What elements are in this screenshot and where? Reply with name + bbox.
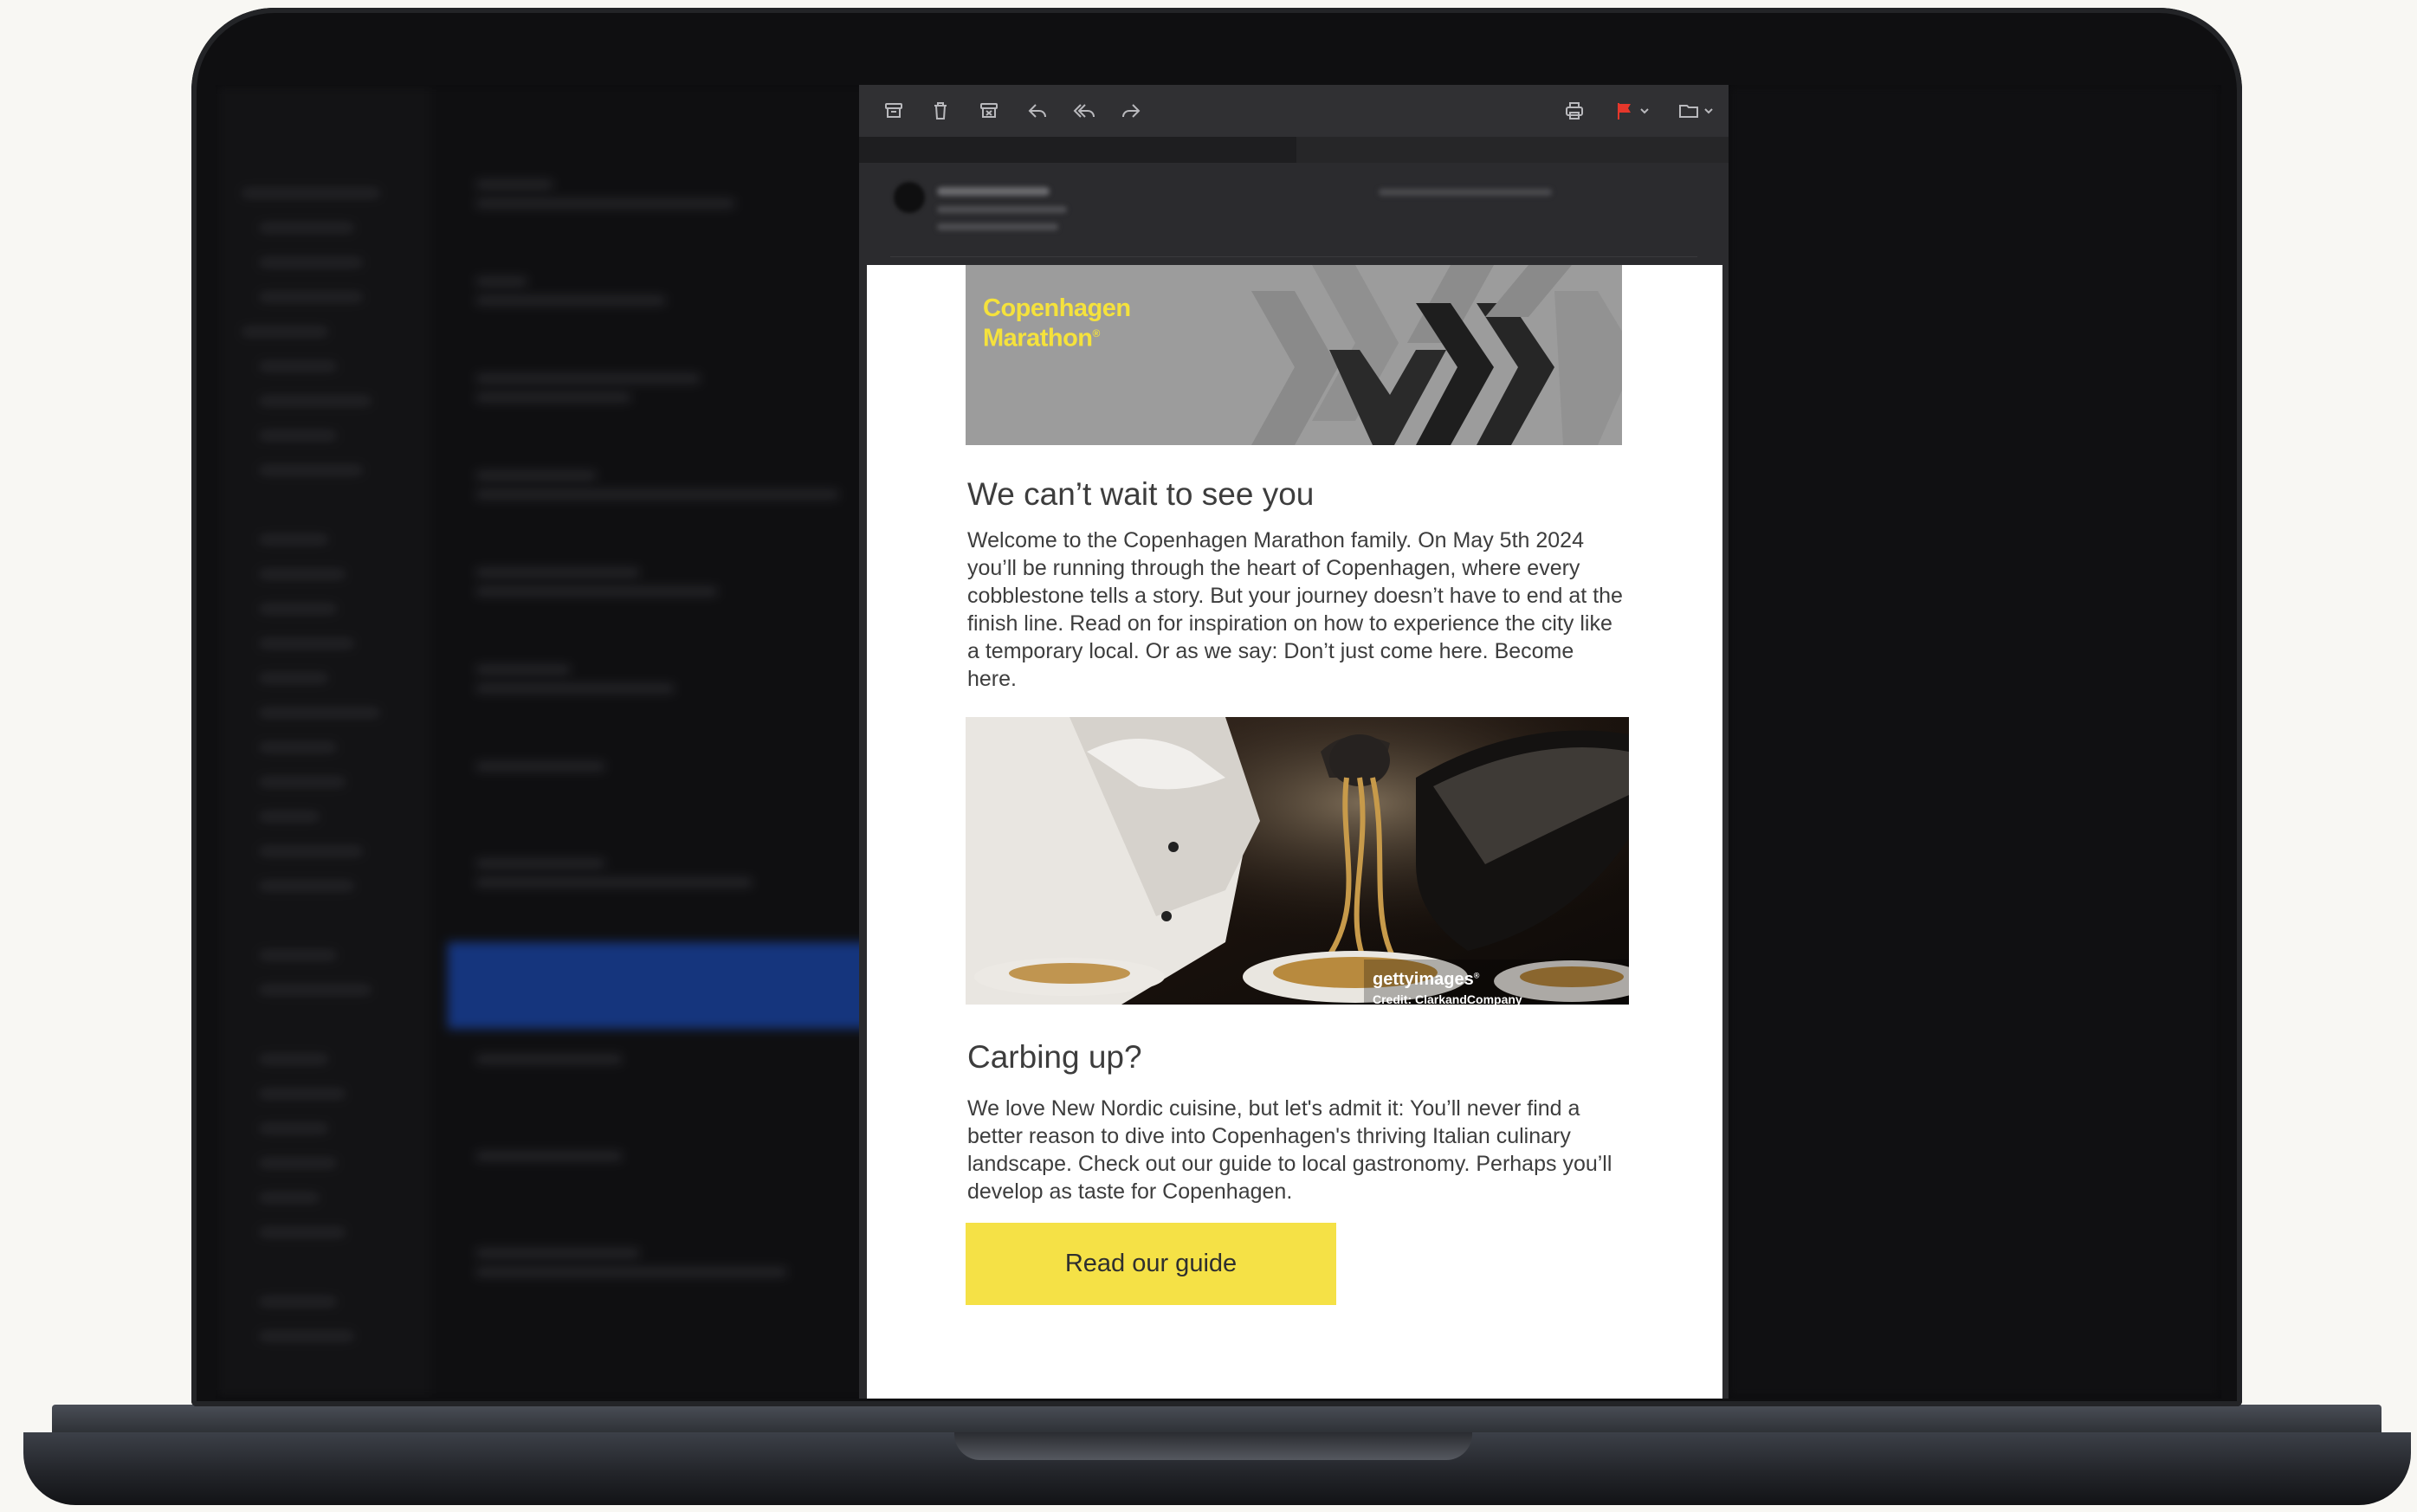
sidebar-row [259,466,363,475]
sidebar-row [259,223,354,232]
photo-credit: Credit: ClarkandCompany [1373,992,1522,1005]
message-row [475,1268,787,1276]
subject-line [937,223,1058,230]
intro-paragraph: Welcome to the Copenhagen Marathon famil… [967,528,1623,691]
sidebar-row [259,1159,337,1167]
archive-icon[interactable] [880,97,908,125]
mailbox-sidebar [216,85,430,1399]
sidebar-row [259,708,380,717]
getty-watermark-text: gettyimages [1373,970,1474,989]
chevron-down-icon[interactable] [1699,97,1718,125]
message-row [475,490,839,499]
email-body: Copenhagen Marathon® We can’t wait to se… [867,265,1722,1399]
message-row [475,878,753,887]
sidebar-row [259,812,320,821]
message-date [1379,189,1552,196]
tab-active[interactable] [859,137,1296,163]
sidebar-row [259,639,354,648]
chevron-down-icon[interactable] [1635,97,1654,125]
laptop-mockup: Copenhagen Marathon® We can’t wait to se… [0,0,2417,1512]
reading-pane [1728,85,2221,1399]
sidebar-row [259,604,337,613]
reply-icon[interactable] [1024,97,1051,125]
header-divider [890,256,1697,257]
email-heading: We can’t wait to see you [967,476,1315,512]
sender-avatar [894,182,925,213]
sidebar-row [259,674,328,682]
sidebar-row [259,397,372,405]
message-row [475,180,553,189]
message-row [475,587,718,596]
sidebar-row [259,570,346,578]
sidebar-row [259,1297,337,1306]
message-row [475,568,640,577]
message-row [475,762,605,771]
sender-name [937,187,1050,196]
message-row [475,277,527,286]
message-row [475,1249,640,1257]
message-row [475,684,675,693]
section-paragraph: We love New Nordic cuisine, but let's ad… [967,1096,1612,1204]
forward-icon[interactable] [1117,97,1145,125]
sidebar-row [259,847,363,856]
message-row [475,374,701,383]
message-row [475,1152,623,1160]
message-row [475,199,735,208]
message-row [475,393,631,402]
sidebar-row [259,1089,346,1098]
sidebar-row [259,258,363,267]
sidebar-row [259,293,363,301]
sidebar-row [259,1228,346,1237]
sidebar-row [259,362,337,371]
sidebar-row [259,1193,320,1202]
message-row [475,471,597,480]
marathon-banner: Copenhagen Marathon® [966,265,1622,445]
message-row [475,1055,623,1063]
sidebar-row [259,778,346,786]
message-row [475,296,666,305]
pasta-photo-art [966,717,1629,1005]
recipient-line [937,206,1067,213]
pasta-photo: gettyimages® Credit: ClarkandCompany [966,717,1629,1005]
sidebar-row [259,951,337,960]
read-guide-button[interactable]: Read our guide [966,1223,1336,1305]
section-heading: Carbing up? [967,1039,1142,1075]
sidebar-row [259,743,337,752]
getty-watermark: gettyimages® [1373,970,1479,990]
laptop-open-notch [954,1432,1472,1460]
sidebar-row [242,327,328,336]
sidebar-row [259,535,328,544]
print-icon[interactable] [1561,97,1588,125]
sidebar-row [242,189,380,197]
sidebar-row [259,985,372,994]
message-row [475,859,605,868]
laptop-hinge [52,1405,2381,1436]
sidebar-row [259,882,354,890]
chevron-graphic [1251,265,1622,445]
sidebar-row [259,1055,328,1063]
sidebar-row [259,1332,354,1341]
getty-registered-mark: ® [1473,971,1480,980]
reply-all-icon[interactable] [1070,97,1098,125]
message-row [475,665,571,674]
sidebar-row [259,1124,328,1133]
sidebar-row [259,431,337,440]
trash-icon[interactable] [927,97,954,125]
junk-icon[interactable] [975,97,1003,125]
